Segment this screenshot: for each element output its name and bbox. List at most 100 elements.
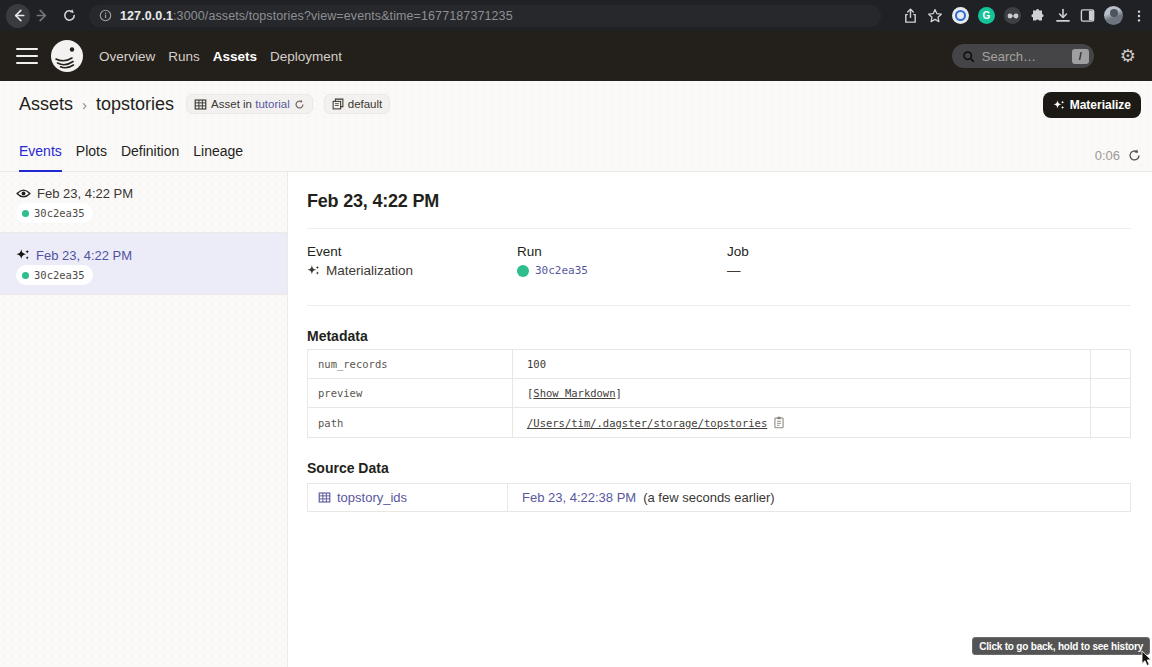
reload-icon xyxy=(62,8,77,23)
repo-default-badge[interactable]: default xyxy=(324,94,391,114)
bookmark-star-icon[interactable] xyxy=(927,8,943,24)
copy-stack-icon xyxy=(332,98,344,110)
event-detail-title: Feb 23, 4:22 PM xyxy=(307,191,1131,211)
event-detail-panel: Feb 23, 4:22 PM Event Materialization Ru… xyxy=(288,172,1152,667)
breadcrumb-asset-name: topstories xyxy=(96,94,174,115)
asset-badge-repo-link[interactable]: tutorial xyxy=(255,98,290,110)
chrome-menu-icon[interactable] xyxy=(1132,9,1146,23)
url-host: 127.0.0.1 xyxy=(120,9,173,23)
extension-goggles-icon[interactable] xyxy=(1004,7,1021,24)
metadata-key: num_records xyxy=(308,350,513,378)
run-id-link[interactable]: 30c2ea35 xyxy=(535,262,588,279)
event-list-sidebar: Feb 23, 4:22 PM 30c2ea35 Feb 23, 4:22 PM… xyxy=(0,172,288,667)
tab-definition[interactable]: Definition xyxy=(121,143,179,172)
event-run-pill[interactable]: 30c2ea35 xyxy=(16,265,93,285)
source-data-section-title: Source Data xyxy=(307,461,1131,475)
asset-definition-badge[interactable]: Asset in tutorial xyxy=(186,94,313,114)
tab-lineage[interactable]: Lineage xyxy=(193,143,243,172)
metadata-key: path xyxy=(308,408,513,437)
mouse-cursor xyxy=(1138,651,1152,667)
event-type-value: Materialization xyxy=(326,262,413,279)
dagster-logo[interactable] xyxy=(50,39,84,73)
source-data-table: topstory_ids Feb 23, 4:22:38 PM (a few s… xyxy=(307,483,1131,512)
browser-profile-avatar[interactable] xyxy=(1104,6,1123,25)
job-value: — xyxy=(727,262,741,279)
url-path: :3000/assets/topstories?view=events&time… xyxy=(173,9,513,23)
nav-item-assets[interactable]: Assets xyxy=(213,49,257,64)
materialize-button-label: Materialize xyxy=(1070,98,1131,112)
event-run-pill[interactable]: 30c2ea35 xyxy=(16,203,93,223)
event-column-label: Event xyxy=(307,245,517,259)
run-status-dot xyxy=(517,265,529,277)
job-column-label: Job xyxy=(727,245,937,259)
materialization-sparkle-icon xyxy=(16,248,30,262)
browser-toolbar: 127.0.0.1:3000/assets/topstories?view=ev… xyxy=(0,0,1152,31)
source-asset-timestamp[interactable]: Feb 23, 4:22:38 PM xyxy=(522,490,636,505)
metadata-row-num-records: num_records 100 xyxy=(308,350,1130,379)
address-bar[interactable]: 127.0.0.1:3000/assets/topstories?view=ev… xyxy=(89,5,881,27)
breadcrumb-separator: › xyxy=(82,96,87,113)
nav-item-runs[interactable]: Runs xyxy=(168,49,200,64)
metadata-section-title: Metadata xyxy=(307,329,1131,343)
run-column-label: Run xyxy=(517,245,727,259)
page-header: Assets › topstories Asset in tutorial de… xyxy=(0,81,1152,172)
side-panel-icon[interactable] xyxy=(1080,8,1095,23)
event-time: Feb 23, 4:22 PM xyxy=(36,248,132,263)
table-grid-icon xyxy=(194,98,207,111)
asset-table-icon xyxy=(318,491,331,504)
browser-forward-button[interactable] xyxy=(30,4,54,28)
run-id: 30c2ea35 xyxy=(34,207,85,219)
settings-gear-icon[interactable]: ⚙ xyxy=(1120,47,1136,65)
share-icon[interactable] xyxy=(903,8,918,24)
source-asset-note: (a few seconds earlier) xyxy=(643,490,775,505)
source-asset-link[interactable]: topstory_ids xyxy=(337,490,407,505)
show-markdown-link[interactable]: Show Markdown xyxy=(533,387,615,399)
copy-path-icon[interactable] xyxy=(773,416,785,429)
extensions-puzzle-icon[interactable] xyxy=(1030,8,1046,24)
asset-badge-prefix: Asset in xyxy=(211,98,252,110)
run-status-dot xyxy=(22,210,29,217)
repo-badge-label: default xyxy=(348,98,383,110)
source-data-row: topstory_ids Feb 23, 4:22:38 PM (a few s… xyxy=(308,484,1130,511)
metadata-table: num_records 100 preview [Show Markdown] … xyxy=(307,349,1131,438)
downloads-icon[interactable] xyxy=(1055,8,1071,24)
back-arrow-icon xyxy=(11,8,26,23)
metadata-row-path: path /Users/tim/.dagster/storage/topstor… xyxy=(308,408,1130,437)
forward-arrow-icon xyxy=(35,8,50,23)
metadata-value: 100 xyxy=(527,358,546,370)
nav-item-deployment[interactable]: Deployment xyxy=(270,49,342,64)
asset-tabs: Events Plots Definition Lineage xyxy=(19,143,243,172)
observation-eye-icon xyxy=(16,188,31,199)
badge-reload-icon[interactable] xyxy=(294,99,305,110)
site-info-icon[interactable] xyxy=(99,9,112,22)
tab-events[interactable]: Events xyxy=(19,143,62,172)
nav-item-overview[interactable]: Overview xyxy=(99,49,155,64)
back-button-tooltip: Click to go back, hold to see history xyxy=(972,637,1150,655)
path-link[interactable]: /Users/tim/.dagster/storage/topstories xyxy=(527,417,767,429)
materialization-sparkle-icon xyxy=(307,264,320,277)
refresh-icon[interactable] xyxy=(1128,149,1141,162)
metadata-key: preview xyxy=(308,379,513,407)
event-list-item-observation[interactable]: Feb 23, 4:22 PM 30c2ea35 xyxy=(0,172,287,233)
extension-grammarly-icon[interactable]: G xyxy=(978,7,995,24)
metadata-row-preview: preview [Show Markdown] xyxy=(308,379,1130,408)
search-icon xyxy=(962,50,975,63)
run-status-dot xyxy=(22,272,29,279)
extension-1password-icon[interactable] xyxy=(952,7,969,24)
app-navbar: Overview Runs Assets Deployment Search… … xyxy=(0,31,1152,81)
tab-plots[interactable]: Plots xyxy=(76,143,107,172)
event-time: Feb 23, 4:22 PM xyxy=(37,186,133,201)
global-search-input[interactable]: Search… / xyxy=(952,44,1094,68)
event-list-item-materialization[interactable]: Feb 23, 4:22 PM 30c2ea35 xyxy=(0,233,287,295)
breadcrumb-assets[interactable]: Assets xyxy=(19,94,73,115)
browser-reload-button[interactable] xyxy=(57,4,81,28)
screen: 127.0.0.1:3000/assets/topstories?view=ev… xyxy=(0,0,1152,667)
refresh-elapsed: 0:06 xyxy=(1095,148,1120,163)
hamburger-menu-icon[interactable] xyxy=(16,48,38,65)
run-id: 30c2ea35 xyxy=(34,269,85,281)
browser-back-button[interactable] xyxy=(6,4,30,28)
search-placeholder: Search… xyxy=(982,49,1036,64)
materialize-sparkle-icon xyxy=(1053,99,1065,111)
materialize-button[interactable]: Materialize xyxy=(1043,92,1141,118)
search-shortcut-badge: / xyxy=(1072,49,1089,64)
